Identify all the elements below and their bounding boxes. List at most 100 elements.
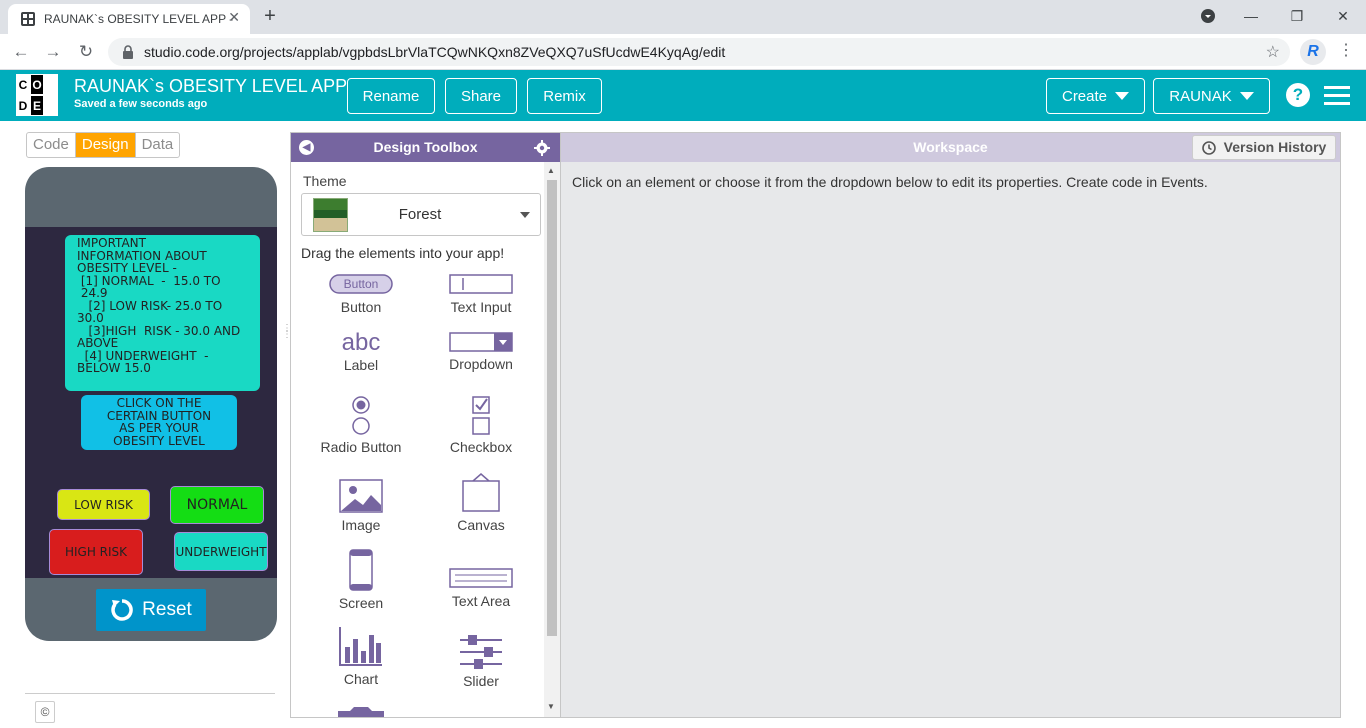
close-window-icon[interactable]: ✕ [1331,4,1355,28]
app-preview-phone: IMPORTANT INFORMATION ABOUT OBESITY LEVE… [25,167,277,641]
browser-tab[interactable]: RAUNAK`s OBESITY LEVEL APP - ✕ [8,4,250,34]
chevron-down-icon [1239,92,1254,100]
bookmark-star-icon[interactable]: ☆ [1266,42,1280,62]
help-icon[interactable]: ? [1286,83,1310,107]
forward-icon[interactable]: → [42,41,64,63]
user-menu-button[interactable]: RAUNAK [1153,78,1270,114]
theme-value: Forest [398,206,442,223]
workspace-header: Workspace Version History [561,133,1340,162]
clock-icon [1201,140,1216,155]
browser-toolbar: ← → ↻ studio.code.org/projects/applab/vg… [0,34,1366,70]
tool-checkbox[interactable]: Checkbox [426,395,536,455]
normal-button[interactable]: NORMAL [170,486,264,524]
logo-letter: O [31,75,43,94]
minimize-icon[interactable]: — [1239,4,1263,28]
tool-text-area[interactable]: Text Area [426,567,536,609]
tool-label: Button [340,299,382,315]
tool-button[interactable]: Button Button [306,273,416,315]
tool-label: Dropdown [449,356,513,372]
logo-letter: D [17,96,29,115]
user-label: RAUNAK [1169,87,1232,105]
toolbox-title: Design Toolbox [373,139,478,155]
tab-search-icon[interactable] [1196,4,1220,28]
tool-label: Radio Button [320,439,402,455]
underweight-button[interactable]: UNDERWEIGHT [174,532,268,571]
mode-switcher: Code Design Data [26,132,181,158]
app-screen[interactable]: IMPORTANT INFORMATION ABOUT OBESITY LEVE… [25,227,277,578]
close-tab-icon[interactable]: ✕ [228,9,240,26]
scroll-up-icon[interactable]: ▲ [547,166,555,175]
back-icon[interactable]: ← [10,41,32,63]
restore-icon[interactable]: ❐ [1285,4,1309,28]
create-label: Create [1061,87,1108,105]
tab-code[interactable]: Code [27,133,76,157]
version-history-label: Version History [1223,139,1327,155]
low-risk-button[interactable]: LOW RISK [57,489,150,520]
rename-button[interactable]: Rename [347,78,435,114]
instruction-label[interactable]: CLICK ON THE CERTAIN BUTTON AS PER YOUR … [81,395,237,450]
tool-label: Slider [463,673,499,689]
reset-label: Reset [142,599,192,620]
save-status: Saved a few seconds ago [74,98,208,110]
tool-text-input[interactable]: Text Input [426,273,536,315]
toolbox-scrollbar[interactable]: ▲ ▼ [544,162,560,717]
code-org-logo[interactable]: C O D E [16,74,58,116]
logo-spacer [45,75,57,94]
chart-icon [339,627,382,666]
tool-canvas[interactable]: Canvas [426,473,536,533]
tool-slider[interactable]: Slider [426,635,536,689]
tab-design[interactable]: Design [75,133,136,157]
tool-screen[interactable]: Screen [306,549,416,611]
tab-data[interactable]: Data [136,133,180,157]
scroll-down-icon[interactable]: ▼ [547,702,555,711]
tool-label: Text Input [450,299,512,315]
tool-image[interactable]: Image [306,479,416,533]
tool-chart[interactable]: Chart [306,625,416,687]
svg-text:abc: abc [342,329,381,353]
scroll-thumb[interactable] [547,180,557,636]
tool-label: Screen [338,595,384,611]
tool-label: Text Area [451,593,511,609]
button-icon: Button [329,274,393,294]
browser-menu-icon[interactable]: ⋮ [1338,40,1354,60]
tool-label: Image [341,517,381,533]
workspace-panel: Workspace Version History Click on an el… [560,132,1341,718]
tool-label: Chart [343,671,379,687]
tool-label[interactable]: abc Label [306,329,416,373]
remix-button[interactable]: Remix [527,78,602,114]
remix-label: Remix [543,87,586,105]
reset-button[interactable]: Reset [96,589,206,631]
share-label: Share [460,87,502,105]
gear-icon[interactable] [534,140,550,156]
panel-resize-handle[interactable]: ⋮ ⋮ [282,324,292,346]
rename-label: Rename [362,87,420,105]
design-toolbox: ◀ Design Toolbox Theme Forest Drag the e… [290,132,561,718]
checkbox-icon [472,396,490,435]
obesity-info-label[interactable]: IMPORTANT INFORMATION ABOUT OBESITY LEVE… [65,235,260,391]
copyright-icon[interactable]: © [35,701,55,723]
logo-letter: E [31,96,43,115]
high-risk-button[interactable]: HIGH RISK [49,529,143,575]
tool-dropdown[interactable]: Dropdown [426,332,536,372]
browser-tab-strip: RAUNAK`s OBESITY LEVEL APP - ✕ + — ❐ ✕ [0,0,1366,34]
profile-avatar[interactable]: R [1300,39,1326,65]
radio-button-icon [352,396,370,435]
collapse-toolbox-icon[interactable]: ◀ [299,140,314,155]
applab-favicon-icon [21,12,35,26]
tool-label: Canvas [457,517,505,533]
toolbox-header: ◀ Design Toolbox [291,133,560,162]
share-button[interactable]: Share [445,78,517,114]
app-header: C O D E RAUNAK`s OBESITY LEVEL APP Saved… [0,70,1366,121]
create-menu-button[interactable]: Create [1046,78,1145,114]
new-tab-icon[interactable]: + [258,6,282,28]
url-text: studio.code.org/projects/applab/vgpbdsLb… [144,44,726,60]
hamburger-menu-icon[interactable] [1324,86,1350,106]
lock-icon [123,45,133,59]
address-bar[interactable]: studio.code.org/projects/applab/vgpbdsLb… [108,38,1290,66]
drag-instructions: Drag the elements into your app! [301,245,505,261]
tab-title: RAUNAK`s OBESITY LEVEL APP - [44,12,234,26]
version-history-button[interactable]: Version History [1192,135,1336,160]
tool-radio-button[interactable]: Radio Button [306,395,416,455]
reload-icon[interactable]: ↻ [75,41,97,63]
theme-dropdown[interactable]: Forest [301,193,541,236]
